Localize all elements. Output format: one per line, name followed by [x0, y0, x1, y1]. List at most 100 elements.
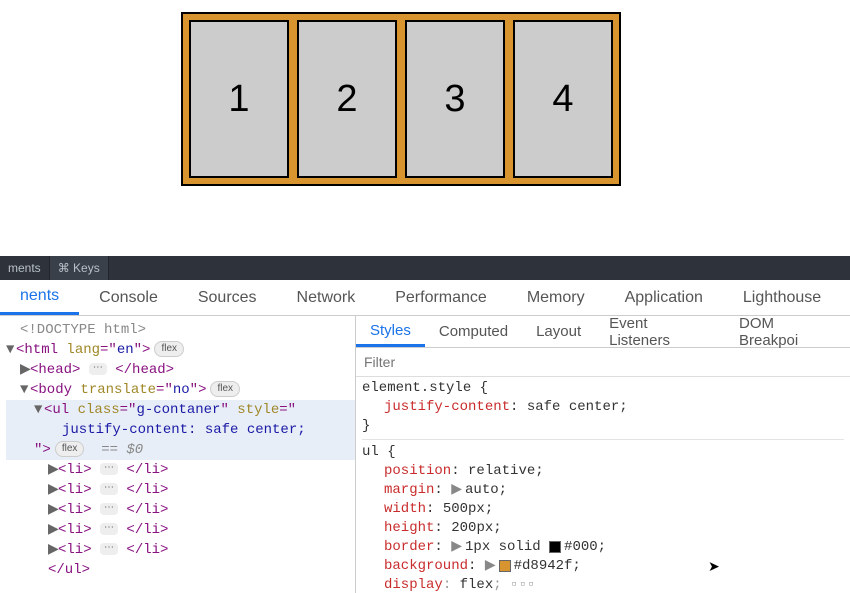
dom-line[interactable]: ▶<head> ⋯ </head> — [6, 360, 355, 380]
tab-network[interactable]: Network — [277, 280, 376, 315]
css-property: display — [384, 577, 443, 593]
dom-tree[interactable]: <!DOCTYPE html> ▼<html lang="en">flex ▶<… — [0, 316, 356, 593]
css-value: 200px — [451, 520, 493, 536]
expand-icon[interactable]: ▶ — [48, 460, 58, 480]
css-value: flex — [460, 577, 494, 593]
tab-label: Lighthouse — [743, 289, 821, 307]
css-declaration[interactable]: width: 500px; — [362, 500, 844, 519]
dom-line[interactable]: <!DOCTYPE html> — [6, 320, 355, 340]
css-value: auto — [465, 482, 499, 498]
ellipsis-icon[interactable]: ⋯ — [100, 463, 118, 475]
expand-icon[interactable]: ▶ — [48, 480, 58, 500]
dom-line[interactable]: ▼<html lang="en">flex — [6, 340, 355, 360]
expand-triangle-icon[interactable]: ▶ — [451, 481, 462, 500]
subtab-label: Styles — [370, 322, 411, 339]
dom-line[interactable]: ▶<li> ⋯ </li> — [6, 500, 355, 520]
tab-performance[interactable]: Performance — [375, 280, 507, 315]
toolbar-button[interactable]: ments — [0, 256, 50, 280]
toolbar-button-keys[interactable]: ⌘ Keys — [50, 256, 109, 280]
toolbar-label: ments — [8, 261, 41, 275]
css-property: justify-content — [384, 399, 510, 415]
dom-line-selected[interactable]: ">flex == $0 — [6, 440, 355, 460]
subtab-event-listeners[interactable]: Event Listeners — [595, 316, 725, 347]
css-value: 500px — [443, 501, 485, 517]
selector-text: ul { — [362, 444, 396, 460]
css-property: width — [384, 501, 426, 517]
tab-label: Application — [625, 289, 703, 307]
flex-badge[interactable]: flex — [55, 441, 85, 457]
expand-triangle-icon[interactable]: ▶ — [485, 557, 496, 576]
tab-memory[interactable]: Memory — [507, 280, 605, 315]
tab-sources[interactable]: Sources — [178, 280, 277, 315]
css-declaration[interactable]: justify-content: safe center; — [362, 398, 844, 417]
css-property: height — [384, 520, 434, 536]
tab-label: Network — [297, 289, 356, 307]
ellipsis-icon[interactable]: ⋯ — [89, 363, 107, 375]
dom-line-selected[interactable]: ▼<ul class="g-contaner" style=" — [6, 400, 355, 420]
tab-console[interactable]: Console — [79, 280, 178, 315]
css-declaration[interactable]: border: ▶1px solid #000; — [362, 538, 844, 557]
dom-line[interactable]: ▶<li> ⋯ </li> — [6, 540, 355, 560]
color-swatch[interactable] — [499, 560, 511, 572]
css-property: position — [384, 463, 451, 479]
tab-application[interactable]: Application — [605, 280, 723, 315]
dom-line[interactable]: ▶<li> ⋯ </li> — [6, 460, 355, 480]
dom-line[interactable]: ▼<body translate="no">flex — [6, 380, 355, 400]
expand-triangle-icon[interactable]: ▶ — [451, 538, 462, 557]
styles-pane[interactable]: element.style { justify-content: safe ce… — [356, 377, 850, 593]
flex-badge[interactable]: flex — [154, 341, 184, 357]
box-label: 3 — [444, 78, 465, 121]
expand-icon[interactable]: ▼ — [34, 400, 44, 420]
css-declaration[interactable]: display: flex; ▫▫▫ — [362, 576, 844, 593]
ellipsis-icon[interactable]: ⋯ — [100, 523, 118, 535]
tab-layers[interactable]: Layers — [841, 280, 850, 315]
css-declaration[interactable]: margin: ▶auto; — [362, 481, 844, 500]
ellipsis-icon[interactable]: ⋯ — [100, 543, 118, 555]
css-value: safe center — [527, 399, 619, 415]
ellipsis-icon[interactable]: ⋯ — [100, 483, 118, 495]
codepen-toolbar: ments ⌘ Keys — [0, 256, 850, 280]
subtab-computed[interactable]: Computed — [425, 316, 522, 347]
tab-lighthouse[interactable]: Lighthouse — [723, 280, 841, 315]
page-preview: 1 2 3 4 — [0, 0, 850, 256]
brace-text: } — [362, 418, 370, 434]
subtab-label: Computed — [439, 323, 508, 340]
expand-icon[interactable]: ▶ — [20, 360, 30, 380]
css-declaration[interactable]: position: relative; — [362, 462, 844, 481]
expand-icon[interactable]: ▶ — [48, 520, 58, 540]
selector-text: element.style { — [362, 380, 488, 396]
dom-line[interactable]: </ul> — [6, 560, 355, 580]
selected-marker: == $0 — [101, 442, 143, 458]
flex-box: 1 — [189, 20, 289, 178]
ellipsis-icon[interactable]: ⋯ — [100, 503, 118, 515]
flex-badge[interactable]: flex — [210, 381, 240, 397]
devtools-panels: <!DOCTYPE html> ▼<html lang="en">flex ▶<… — [0, 316, 850, 593]
css-value: relative — [468, 463, 535, 479]
devtools-tab-bar: nents Console Sources Network Performanc… — [0, 280, 850, 316]
subtab-styles[interactable]: Styles — [356, 316, 425, 347]
box-label: 1 — [228, 78, 249, 121]
css-property: margin — [384, 482, 434, 498]
css-property: border — [384, 539, 434, 555]
expand-icon[interactable]: ▼ — [6, 340, 16, 360]
tab-elements[interactable]: nents — [0, 280, 79, 315]
tab-label: Console — [99, 289, 158, 307]
css-declaration[interactable]: background: ▶#d8942f; — [362, 557, 844, 576]
subtab-label: Event Listeners — [609, 316, 711, 349]
color-swatch[interactable] — [549, 541, 561, 553]
tag-text: </ul> — [48, 562, 90, 578]
box-label: 4 — [552, 78, 573, 121]
subtab-layout[interactable]: Layout — [522, 316, 595, 347]
flex-container: 1 2 3 4 — [181, 12, 621, 186]
dom-line[interactable]: ▶<li> ⋯ </li> — [6, 520, 355, 540]
dom-line[interactable]: ▶<li> ⋯ </li> — [6, 480, 355, 500]
expand-icon[interactable]: ▶ — [48, 500, 58, 520]
css-declaration[interactable]: height: 200px; — [362, 519, 844, 538]
doctype-text: <!DOCTYPE html> — [20, 322, 146, 338]
subtab-dom-breakpoints[interactable]: DOM Breakpoi — [725, 316, 850, 347]
dom-line-selected[interactable]: justify-content: safe center; — [6, 420, 355, 440]
expand-icon[interactable]: ▼ — [20, 380, 30, 400]
styles-column: Styles Computed Layout Event Listeners D… — [356, 316, 850, 593]
filter-input[interactable] — [364, 354, 842, 370]
expand-icon[interactable]: ▶ — [48, 540, 58, 560]
